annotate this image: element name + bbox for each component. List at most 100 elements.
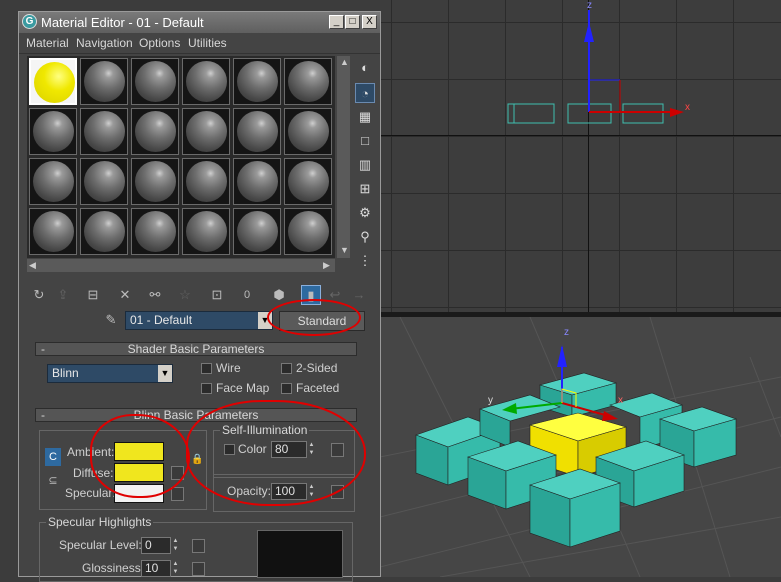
assign-material-icon[interactable]: ⊟	[83, 285, 103, 305]
menu-utilities[interactable]: Utilities	[188, 36, 227, 50]
sample-slot[interactable]	[233, 208, 281, 255]
spinner-icon[interactable]: ▲ ▼	[307, 441, 316, 458]
show-end-result-icon[interactable]: ▮	[301, 285, 321, 305]
sample-slot[interactable]	[80, 108, 128, 155]
shader-type-select[interactable]: Blinn ▼	[47, 364, 173, 383]
specular-color-swatch[interactable]	[114, 484, 164, 503]
lock-diffuse-specular-icon[interactable]: ⊆	[45, 472, 61, 490]
glossiness-map-button[interactable]	[192, 562, 205, 576]
self-illum-value-input[interactable]: 80	[271, 441, 307, 458]
make-unique-icon[interactable]: ⚯	[145, 285, 165, 305]
diffuse-color-swatch[interactable]	[114, 463, 164, 482]
sample-type-icon[interactable]: ◐	[355, 58, 375, 78]
specular-label: Specular:	[65, 486, 116, 500]
sample-slot[interactable]	[80, 208, 128, 255]
specular-level-input[interactable]: 0	[141, 537, 171, 554]
effects-channel-number[interactable]: 0	[237, 285, 257, 305]
scroll-left-icon[interactable]: ◀	[29, 260, 36, 271]
pick-material-eyedropper-icon[interactable]: ✎	[101, 310, 121, 330]
sample-slot[interactable]	[284, 208, 332, 255]
maximize-button[interactable]: □	[345, 15, 360, 29]
backlight-icon[interactable]: ◔	[355, 83, 375, 103]
perspective-scene	[380, 317, 781, 577]
sample-uv-tiling-icon[interactable]: □	[355, 131, 375, 151]
sample-slot[interactable]	[182, 208, 230, 255]
material-effects-channel-icon[interactable]: ⊡	[207, 285, 227, 305]
slots-horizontal-scrollbar[interactable]: ◀ ▶	[27, 259, 335, 272]
faceted-checkbox[interactable]	[281, 383, 292, 394]
sample-slot[interactable]	[29, 108, 77, 155]
specular-map-button[interactable]	[171, 487, 184, 501]
material-navigator-icon[interactable]: ⋮	[355, 251, 375, 271]
spinner-icon[interactable]: ▲ ▼	[171, 537, 180, 554]
sample-slot[interactable]	[29, 208, 77, 255]
material-name-field[interactable]: 01 - Default ▼	[125, 311, 273, 330]
specular-level-map-button[interactable]	[192, 539, 205, 553]
minimize-button[interactable]: _	[329, 15, 344, 29]
wire-checkbox[interactable]	[201, 363, 212, 374]
perspective-viewport[interactable]: z y x	[380, 317, 781, 577]
app-icon: G	[22, 14, 37, 29]
select-by-material-icon[interactable]: ⚲	[355, 227, 375, 247]
menu-options[interactable]: Options	[139, 36, 180, 50]
menu-material[interactable]: Material	[26, 36, 69, 50]
sample-slot[interactable]	[29, 58, 77, 105]
slots-vertical-scrollbar[interactable]: ▲ ▼	[337, 56, 350, 258]
scroll-right-icon[interactable]: ▶	[323, 260, 330, 271]
put-to-scene-icon[interactable]: ⇪	[53, 285, 73, 305]
sample-slot[interactable]	[80, 58, 128, 105]
options-icon[interactable]: ⚙	[355, 203, 375, 223]
background-checker-icon[interactable]: ▦	[355, 107, 375, 127]
sample-slot[interactable]	[182, 108, 230, 155]
top-viewport[interactable]: z x	[380, 0, 781, 312]
title-bar[interactable]: G Material Editor - 01 - Default _ □ X	[19, 12, 380, 33]
opacity-input[interactable]: 100	[271, 483, 307, 500]
blinn-rollout-header[interactable]: - Blinn Basic Parameters	[35, 408, 357, 422]
material-sphere-preview	[186, 211, 227, 252]
sample-slot[interactable]	[182, 58, 230, 105]
sample-slot[interactable]	[131, 158, 179, 205]
sample-slot[interactable]	[182, 158, 230, 205]
opacity-map-button[interactable]	[331, 485, 344, 499]
dropdown-arrow-icon[interactable]: ▼	[258, 312, 272, 329]
sample-slot[interactable]	[29, 158, 77, 205]
material-editor-window: G Material Editor - 01 - Default _ □ X M…	[18, 11, 381, 582]
two-sided-checkbox[interactable]	[281, 363, 292, 374]
sample-slot[interactable]	[284, 58, 332, 105]
sample-slot[interactable]	[284, 108, 332, 155]
dropdown-arrow-icon[interactable]: ▼	[158, 365, 172, 382]
material-sphere-preview	[237, 211, 278, 252]
put-to-library-icon[interactable]: ☆	[175, 285, 195, 305]
spinner-icon[interactable]: ▲ ▼	[171, 560, 180, 577]
self-illum-color-checkbox[interactable]	[224, 444, 235, 455]
lock-ambient-diffuse-icon[interactable]: C	[45, 448, 61, 466]
lock-icon[interactable]: 🔒	[191, 450, 203, 468]
show-map-icon[interactable]: ⬢	[269, 285, 289, 305]
go-to-parent-icon[interactable]: ↩	[325, 285, 345, 305]
reset-map-icon[interactable]: ✕	[115, 285, 135, 305]
sample-slot[interactable]	[233, 58, 281, 105]
menu-navigation[interactable]: Navigation	[76, 36, 133, 50]
sample-slot[interactable]	[131, 208, 179, 255]
spinner-icon[interactable]: ▲ ▼	[307, 483, 316, 500]
shader-rollout-header[interactable]: - Shader Basic Parameters	[35, 342, 357, 356]
close-button[interactable]: X	[362, 15, 377, 29]
sample-slot[interactable]	[233, 158, 281, 205]
material-type-button[interactable]: Standard	[279, 311, 365, 331]
sample-slot[interactable]	[284, 158, 332, 205]
sample-slot[interactable]	[131, 58, 179, 105]
sample-slot[interactable]	[131, 108, 179, 155]
self-illum-map-button[interactable]	[331, 443, 344, 457]
glossiness-input[interactable]: 10	[141, 560, 171, 577]
get-material-icon[interactable]: ↻	[29, 285, 49, 305]
scroll-up-icon[interactable]: ▲	[340, 57, 349, 67]
video-color-check-icon[interactable]: ▥	[355, 155, 375, 175]
sample-slot[interactable]	[80, 158, 128, 205]
diffuse-map-button[interactable]	[171, 466, 184, 480]
face-map-checkbox[interactable]	[201, 383, 212, 394]
go-forward-icon[interactable]: →	[349, 285, 369, 305]
ambient-color-swatch[interactable]	[114, 442, 164, 461]
scroll-down-icon[interactable]: ▼	[340, 245, 349, 255]
sample-slot[interactable]	[233, 108, 281, 155]
make-preview-icon[interactable]: ⊞	[355, 179, 375, 199]
